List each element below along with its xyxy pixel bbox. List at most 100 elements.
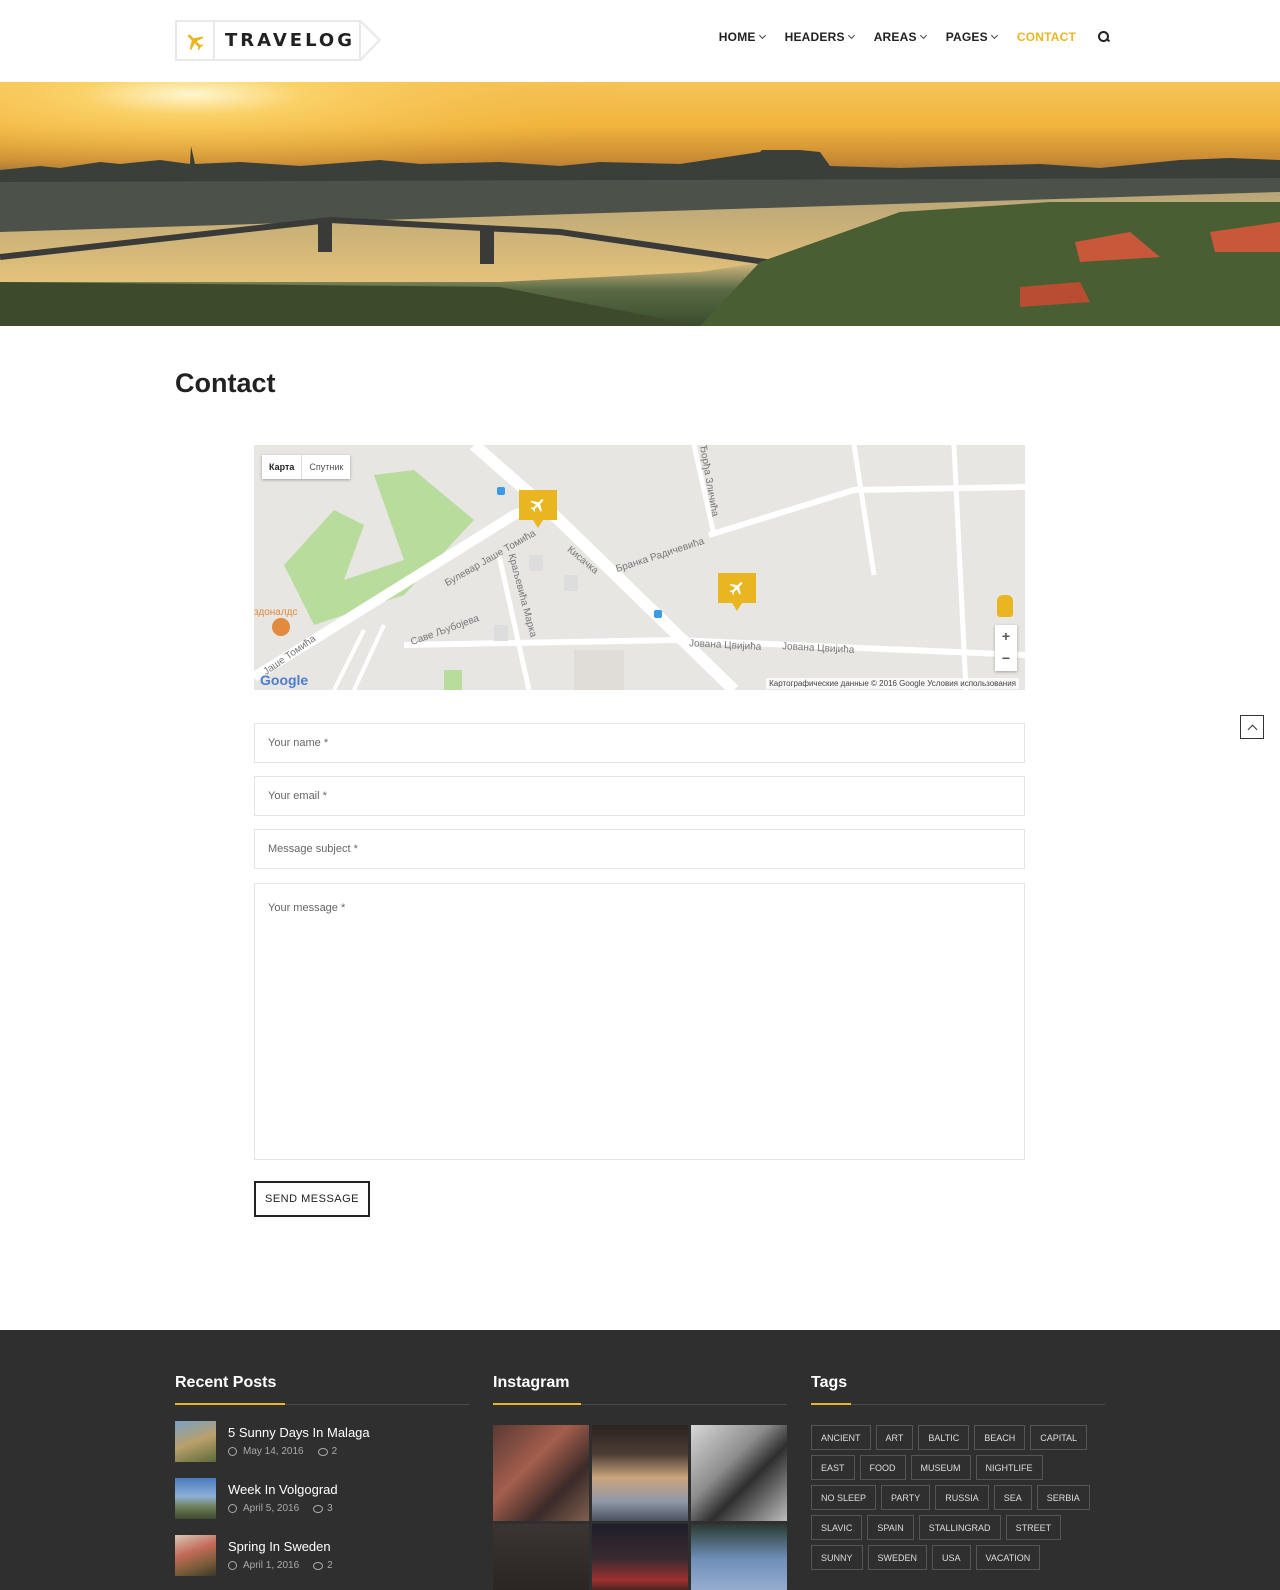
list-item[interactable]: Week In Volgograd April 5, 2016 3 (175, 1478, 469, 1519)
tag[interactable]: VACATION (975, 1545, 1041, 1570)
logo[interactable]: TRAVELOG (175, 20, 381, 61)
instagram-photo[interactable] (493, 1425, 589, 1521)
widget-title: Recent Posts (175, 1374, 469, 1405)
tags-widget: Tags ANCIENT ART BALTIC BEACH CAPITAL EA… (811, 1374, 1105, 1575)
recent-posts-widget: Recent Posts 5 Sunny Days In Malaga May … (175, 1374, 469, 1576)
map-type-tabs: Карта Спутник (262, 455, 351, 479)
zoom-out-button[interactable]: − (995, 647, 1017, 669)
post-meta: April 1, 2016 2 (228, 1560, 333, 1571)
subject-field[interactable] (254, 829, 1025, 869)
google-logo: Google (260, 672, 309, 688)
nav-item-areas[interactable]: AREAS (874, 30, 927, 44)
instagram-photo[interactable] (691, 1425, 787, 1521)
map-copyright[interactable]: Картографические данные © 2016 Google Ус… (766, 678, 1019, 689)
message-field[interactable] (254, 883, 1025, 1160)
chevron-down-icon (990, 31, 998, 40)
comment-icon (313, 1561, 324, 1570)
nav-label: PAGES (945, 30, 988, 44)
nav-label: HEADERS (784, 30, 845, 44)
tag[interactable]: PARTY (881, 1485, 931, 1510)
instagram-photo[interactable] (592, 1524, 688, 1590)
tag[interactable]: FOOD (859, 1455, 906, 1480)
post-date: April 5, 2016 (243, 1503, 300, 1514)
post-thumbnail[interactable] (175, 1535, 216, 1576)
tag[interactable]: RUSSIA (935, 1485, 989, 1510)
post-title[interactable]: Week In Volgograd (228, 1482, 338, 1497)
site-footer: Recent Posts 5 Sunny Days In Malaga May … (0, 1330, 1280, 1590)
plane-icon (729, 582, 743, 595)
map-poi-label: здоналдс (254, 607, 298, 618)
tag[interactable]: SERBIA (1036, 1485, 1090, 1510)
tag[interactable]: MUSEUM (910, 1455, 971, 1480)
tag[interactable]: STREET (1005, 1515, 1062, 1540)
hero-image (0, 82, 1280, 326)
nav-item-pages[interactable]: PAGES (945, 30, 998, 44)
back-to-top-button[interactable] (1240, 715, 1264, 739)
instagram-widget: Instagram (493, 1374, 787, 1590)
map-marker[interactable] (718, 573, 756, 611)
post-comments: 3 (327, 1503, 333, 1514)
comment-icon (317, 1447, 328, 1456)
tag[interactable]: SUNNY (811, 1545, 863, 1570)
instagram-photo[interactable] (592, 1425, 688, 1521)
tag[interactable]: SPAIN (867, 1515, 914, 1540)
instagram-photo[interactable] (493, 1524, 589, 1590)
post-title[interactable]: Spring In Sweden (228, 1539, 333, 1554)
tag[interactable]: EAST (811, 1455, 855, 1480)
comment-icon (313, 1504, 324, 1513)
post-date: April 1, 2016 (243, 1560, 300, 1571)
map-zoom-controls: + − (995, 625, 1017, 671)
instagram-grid (493, 1425, 787, 1590)
nav-item-headers[interactable]: HEADERS (784, 30, 855, 44)
map-marker[interactable] (519, 490, 557, 528)
tag[interactable]: NO SLEEP (811, 1485, 877, 1510)
tag[interactable]: ANCIENT (811, 1425, 871, 1450)
tag[interactable]: BEACH (974, 1425, 1026, 1450)
chevron-down-icon (919, 31, 927, 40)
clock-icon (228, 1504, 237, 1513)
search-icon[interactable] (1098, 31, 1110, 43)
tag[interactable]: SWEDEN (867, 1545, 928, 1570)
logo-text: TRAVELOG (225, 30, 355, 51)
tag[interactable]: SEA (993, 1485, 1032, 1510)
nav-label: CONTACT (1016, 30, 1076, 44)
instagram-photo[interactable] (691, 1524, 787, 1590)
tag[interactable]: CAPITAL (1030, 1425, 1088, 1450)
widget-title: Instagram (493, 1374, 787, 1405)
tag[interactable]: USA (932, 1545, 971, 1570)
plane-icon (177, 22, 215, 59)
google-map[interactable]: Карта Спутник Булевар Јаше Томића Краљев… (254, 445, 1025, 690)
nav-item-home[interactable]: HOME (718, 30, 766, 44)
nav-item-contact[interactable]: CONTACT (1017, 30, 1076, 44)
post-meta: April 5, 2016 3 (228, 1503, 338, 1514)
tag[interactable]: NIGHTLIFE (975, 1455, 1043, 1480)
nav-label: HOME (718, 30, 756, 44)
name-field[interactable] (254, 723, 1025, 763)
map-tab-satellite[interactable]: Спутник (301, 455, 350, 479)
post-thumbnail[interactable] (175, 1478, 216, 1519)
email-field[interactable] (254, 776, 1025, 816)
chevron-down-icon (847, 31, 855, 40)
post-comments: 2 (327, 1560, 333, 1571)
zoom-in-button[interactable]: + (995, 625, 1017, 647)
main-nav: HOME HEADERS AREAS PAGES CONTACT (699, 30, 1110, 44)
tag[interactable]: SLAVIC (811, 1515, 863, 1540)
clock-icon (228, 1447, 237, 1456)
tag[interactable]: BALTIC (918, 1425, 970, 1450)
post-date: May 14, 2016 (243, 1446, 304, 1457)
chevron-up-icon (1247, 724, 1257, 734)
plane-icon (530, 499, 544, 512)
map-tab-map[interactable]: Карта (262, 455, 301, 479)
logo-box: TRAVELOG (175, 20, 381, 61)
post-thumbnail[interactable] (175, 1421, 216, 1462)
street-view-pegman-icon[interactable] (997, 595, 1013, 617)
list-item[interactable]: 5 Sunny Days In Malaga May 14, 2016 2 (175, 1421, 469, 1462)
send-message-button[interactable]: SEND MESSAGE (254, 1181, 370, 1217)
post-title[interactable]: 5 Sunny Days In Malaga (228, 1425, 370, 1440)
page-title: Contact (175, 368, 276, 398)
clock-icon (228, 1561, 237, 1570)
chevron-down-icon (758, 31, 766, 40)
tag[interactable]: STALLINGRAD (918, 1515, 1001, 1540)
tag[interactable]: ART (875, 1425, 914, 1450)
list-item[interactable]: Spring In Sweden April 1, 2016 2 (175, 1535, 469, 1576)
